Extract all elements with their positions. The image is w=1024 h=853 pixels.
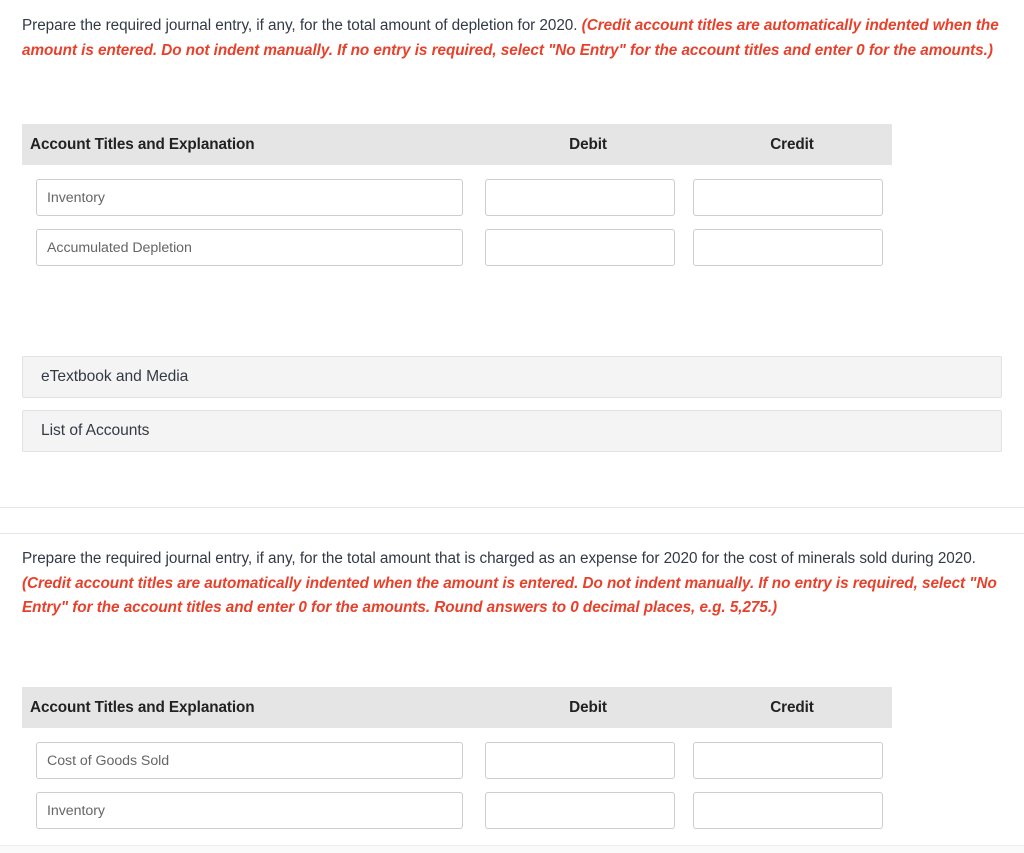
question-prompt-1: Prepare the required journal entry, if a…: [0, 0, 1024, 63]
section-divider-top: [0, 507, 1024, 508]
exercise-page: Prepare the required journal entry, if a…: [0, 0, 1024, 853]
journal-entry-table-1: Account Titles and Explanation Debit Cre…: [22, 124, 892, 266]
etextbook-and-media-button[interactable]: eTextbook and Media: [22, 356, 1002, 398]
table-row: [22, 179, 892, 216]
column-header-credit: Credit: [770, 698, 814, 716]
table-header-row-2: Account Titles and Explanation Debit Cre…: [22, 687, 892, 728]
question-prompt-2-note: (Credit account titles are automatically…: [22, 574, 997, 617]
debit-amount-input[interactable]: [485, 742, 675, 779]
debit-amount-input[interactable]: [485, 229, 675, 266]
account-title-input[interactable]: [36, 792, 463, 829]
debit-amount-input[interactable]: [485, 179, 675, 216]
credit-amount-input[interactable]: [693, 792, 883, 829]
debit-amount-input[interactable]: [485, 792, 675, 829]
table-row: [22, 229, 892, 266]
account-title-input[interactable]: [36, 229, 463, 266]
question-prompt-2-plain: Prepare the required journal entry, if a…: [22, 550, 976, 567]
journal-entry-table-2: Account Titles and Explanation Debit Cre…: [22, 687, 892, 829]
account-title-input[interactable]: [36, 742, 463, 779]
column-header-account-titles: Account Titles and Explanation: [30, 698, 255, 716]
page-bottom-strip: [0, 845, 1024, 853]
credit-amount-input[interactable]: [693, 229, 883, 266]
question-prompt-1-plain: Prepare the required journal entry, if a…: [22, 17, 582, 34]
table-header-row-1: Account Titles and Explanation Debit Cre…: [22, 124, 892, 165]
question-section-1: Prepare the required journal entry, if a…: [0, 0, 1024, 452]
action-button-group: eTextbook and Media List of Accounts: [22, 356, 1002, 452]
column-header-debit: Debit: [569, 698, 607, 716]
account-title-input[interactable]: [36, 179, 463, 216]
column-header-account-titles: Account Titles and Explanation: [30, 135, 255, 153]
question-prompt-2: Prepare the required journal entry, if a…: [0, 533, 1024, 621]
column-header-credit: Credit: [770, 135, 814, 153]
table-row: [22, 742, 892, 779]
column-header-debit: Debit: [569, 135, 607, 153]
credit-amount-input[interactable]: [693, 179, 883, 216]
credit-amount-input[interactable]: [693, 742, 883, 779]
table-row: [22, 792, 892, 829]
list-of-accounts-button[interactable]: List of Accounts: [22, 410, 1002, 452]
question-section-2: Prepare the required journal entry, if a…: [0, 533, 1024, 829]
